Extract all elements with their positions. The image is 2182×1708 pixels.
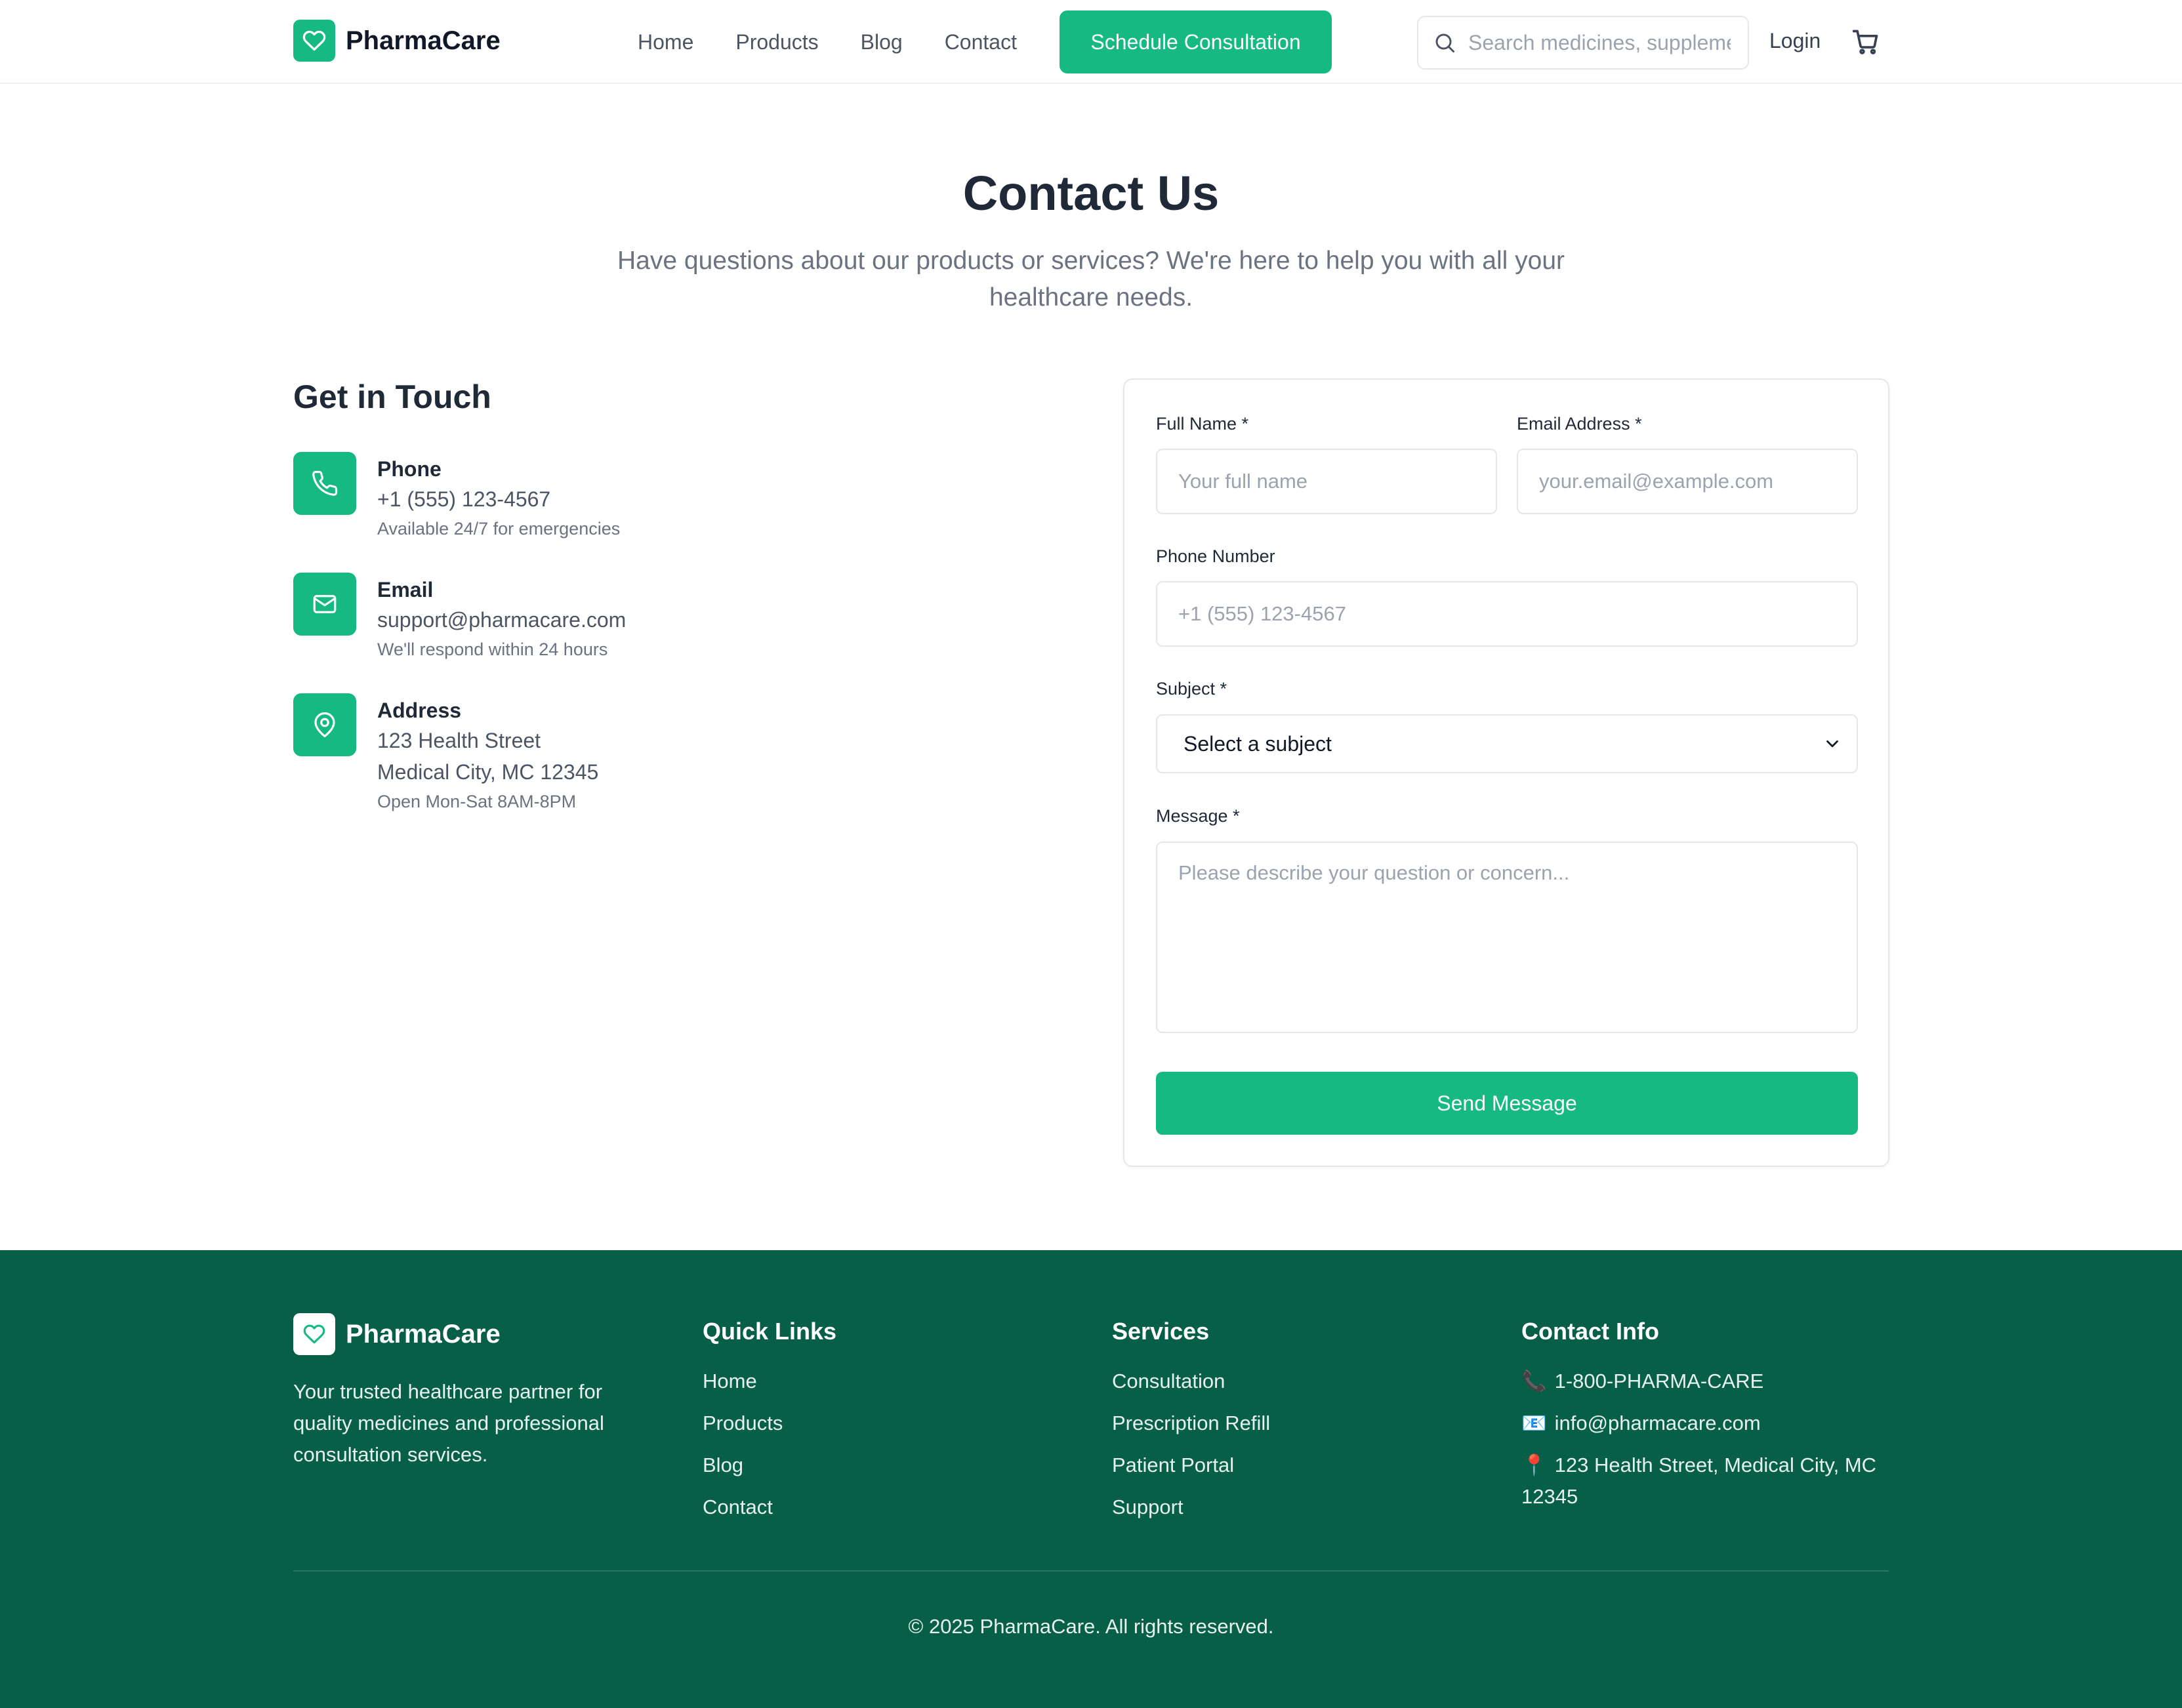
contact-info-title: Contact Info [1521,1318,1659,1345]
full-name-label: Full Name * [1156,414,1249,434]
nav-home[interactable]: Home [638,30,693,54]
schedule-consultation-button[interactable]: Schedule Consultation [1060,10,1332,73]
footer-link-consultation[interactable]: Consultation [1112,1366,1270,1397]
services-title: Services [1112,1318,1210,1345]
message-textarea[interactable] [1156,842,1858,1033]
footer-link-products[interactable]: Products [703,1408,836,1439]
contact-label: Address [377,699,462,722]
copyright-text: © 2025 PharmaCare. All rights reserved. [908,1615,1274,1638]
email-address: support@pharmacare.com [377,608,627,632]
map-pin-icon [293,693,356,756]
contact-note: We'll respond within 24 hours [377,640,608,659]
footer-address: 📍 123 Health Street, Medical City, MC 123… [1521,1450,1895,1513]
footer-link-contact[interactable]: Contact [703,1492,836,1523]
search-icon [1435,33,1454,52]
nav-contact[interactable]: Contact [945,30,1017,54]
footer-brand-name: PharmaCare [346,1319,501,1349]
phone-label: Phone Number [1156,546,1275,566]
footer-link-patient-portal[interactable]: Patient Portal [1112,1450,1270,1481]
footer-email: 📧 info@pharmacare.com [1521,1408,1895,1439]
main-nav: Home Products Blog Contact [638,0,1059,84]
contact-form: Full Name * Email Address * Phone Number… [1123,378,1889,1167]
message-label: Message * [1156,806,1240,826]
subject-label: Subject * [1156,679,1227,699]
address-line-2: Medical City, MC 12345 [377,760,599,784]
footer-link-blog[interactable]: Blog [703,1450,836,1481]
page-subtitle: Have questions about our products or ser… [617,247,1565,312]
cart-icon[interactable] [1851,28,1880,56]
footer-phone: 📞 1-800-PHARMA-CARE [1521,1366,1895,1397]
email-input[interactable] [1517,449,1858,514]
quick-links-title: Quick Links [703,1318,837,1345]
footer-divider [293,1570,1889,1572]
search-box [1417,16,1749,70]
phone-icon [293,452,356,515]
footer-description: Your trusted healthcare partner for qual… [293,1380,604,1466]
footer-brand-logo[interactable]: PharmaCare [293,1313,501,1355]
address-line-1: 123 Health Street [377,729,541,752]
footer-address-text: 123 Health Street, Medical City, MC 1234… [1521,1454,1877,1508]
contact-label: Email [377,578,434,601]
telephone-icon: 📞 [1521,1370,1547,1393]
footer-phone-text: 1-800-PHARMA-CARE [1554,1370,1764,1393]
brand-logo[interactable]: PharmaCare [293,20,501,62]
contact-note: Available 24/7 for emergencies [377,519,621,539]
phone-input[interactable] [1156,581,1858,647]
contact-label: Phone [377,457,442,481]
contact-item-phone: Phone +1 (555) 123-4567 Available 24/7 f… [293,452,620,541]
nav-blog[interactable]: Blog [861,30,903,54]
site-header: PharmaCare Home Products Blog Contact Sc… [0,0,2182,84]
footer-quick-links: Quick Links Home Products Blog Contact [703,1317,836,1534]
contact-note: Open Mon-Sat 8AM-8PM [377,792,577,811]
footer-link-support[interactable]: Support [1112,1492,1270,1523]
search-input[interactable] [1468,30,1731,55]
email-label: Email Address * [1517,414,1642,434]
nav-products[interactable]: Products [735,30,818,54]
full-name-input[interactable] [1156,449,1497,514]
get-in-touch-title: Get in Touch [293,378,491,415]
contact-item-address: Address 123 Health Street Medical City, … [293,693,598,814]
login-link[interactable]: Login [1769,29,1821,53]
heart-icon [293,1313,335,1355]
footer-services: Services Consultation Prescription Refil… [1112,1317,1270,1534]
brand-name: PharmaCare [346,26,501,55]
contact-item-email: Email support@pharmacare.com We'll respo… [293,573,626,662]
footer-link-prescription-refill[interactable]: Prescription Refill [1112,1408,1270,1439]
footer-link-home[interactable]: Home [703,1366,836,1397]
subject-select[interactable]: Select a subject [1156,714,1858,773]
phone-number: +1 (555) 123-4567 [377,487,551,511]
envelope-icon: 📧 [1521,1412,1547,1434]
footer-contact-info: Contact Info 📞 1-800-PHARMA-CARE 📧 info@ph… [1521,1317,1895,1523]
mail-icon [293,573,356,636]
map-pin-icon: 📍 [1521,1454,1547,1476]
page-title: Contact Us [962,166,1220,220]
subject-selected-value: Select a subject [1184,731,1332,756]
send-message-button[interactable]: Send Message [1156,1072,1858,1135]
site-footer: PharmaCare Your trusted healthcare partn… [0,1250,2182,1708]
chevron-down-icon [1826,740,1838,748]
footer-email-text: info@pharmacare.com [1554,1412,1761,1434]
heart-icon [293,20,335,62]
